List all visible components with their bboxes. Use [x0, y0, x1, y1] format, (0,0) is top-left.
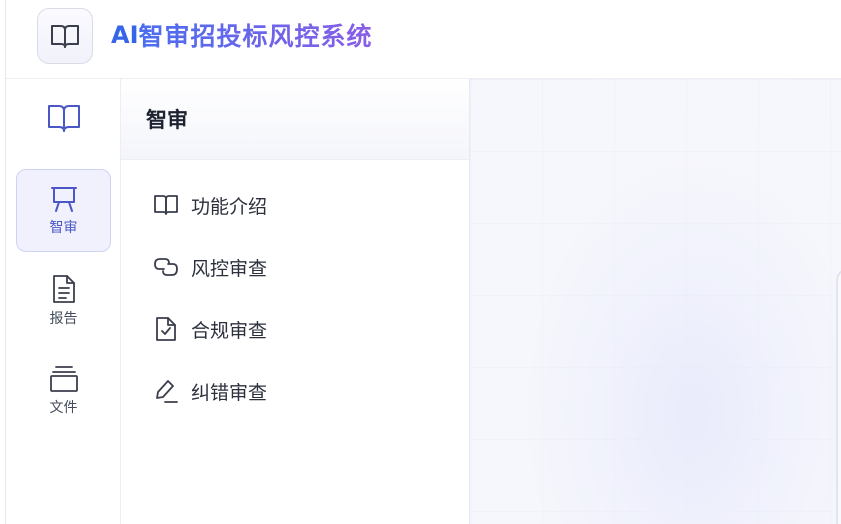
- rail-item-zhishen[interactable]: 智审: [16, 169, 111, 252]
- menu-item-label: 纠错审查: [191, 381, 268, 404]
- rail-item-label: 报告: [49, 310, 78, 327]
- rail-item-report[interactable]: 报告: [16, 259, 111, 342]
- book-open-icon[interactable]: [46, 101, 82, 135]
- stacked-files-icon: [49, 365, 79, 393]
- rail-item-label: 智审: [49, 219, 78, 236]
- main-content-area: [470, 79, 841, 524]
- menu-item-label: 功能介绍: [191, 195, 268, 218]
- book-open-icon: [50, 23, 80, 49]
- content-card-edge: [836, 267, 841, 524]
- presentation-board-icon: [50, 185, 78, 213]
- menu-item-compliance-review[interactable]: 合规审查: [151, 314, 441, 344]
- left-nav-rail: 智审 报告 文件: [6, 79, 121, 524]
- background-glow: [470, 79, 841, 524]
- menu-item-error-review[interactable]: 纠错审查: [151, 376, 441, 406]
- menu-item-label: 风控审查: [191, 257, 268, 280]
- rail-item-label: 文件: [49, 399, 78, 416]
- logo-button[interactable]: [37, 8, 93, 64]
- document-text-icon: [51, 274, 77, 304]
- menu-title: 智审: [121, 79, 469, 160]
- book-open-icon: [151, 190, 181, 220]
- link-chain-icon: [151, 252, 181, 282]
- app-title: AI 智审招投标风控系统: [111, 18, 373, 52]
- app-title-ai: AI: [111, 21, 139, 49]
- sub-menu-panel: 智审 功能介绍 风控审查 合规审查 纠错审查: [121, 79, 470, 524]
- rail-item-files[interactable]: 文件: [16, 349, 111, 432]
- pen-edit-icon: [151, 376, 181, 406]
- menu-item-risk-review[interactable]: 风控审查: [151, 252, 441, 282]
- menu-item-intro[interactable]: 功能介绍: [151, 190, 441, 220]
- menu-item-label: 合规审查: [191, 319, 268, 342]
- app-title-text: 智审招投标风控系统: [139, 17, 373, 53]
- top-header: AI 智审招投标风控系统: [6, 0, 841, 79]
- app-window: AI 智审招投标风控系统 智审 报告 文件 智审 功能介绍 风控审查 合规审查 …: [5, 0, 841, 524]
- file-check-icon: [151, 314, 181, 344]
